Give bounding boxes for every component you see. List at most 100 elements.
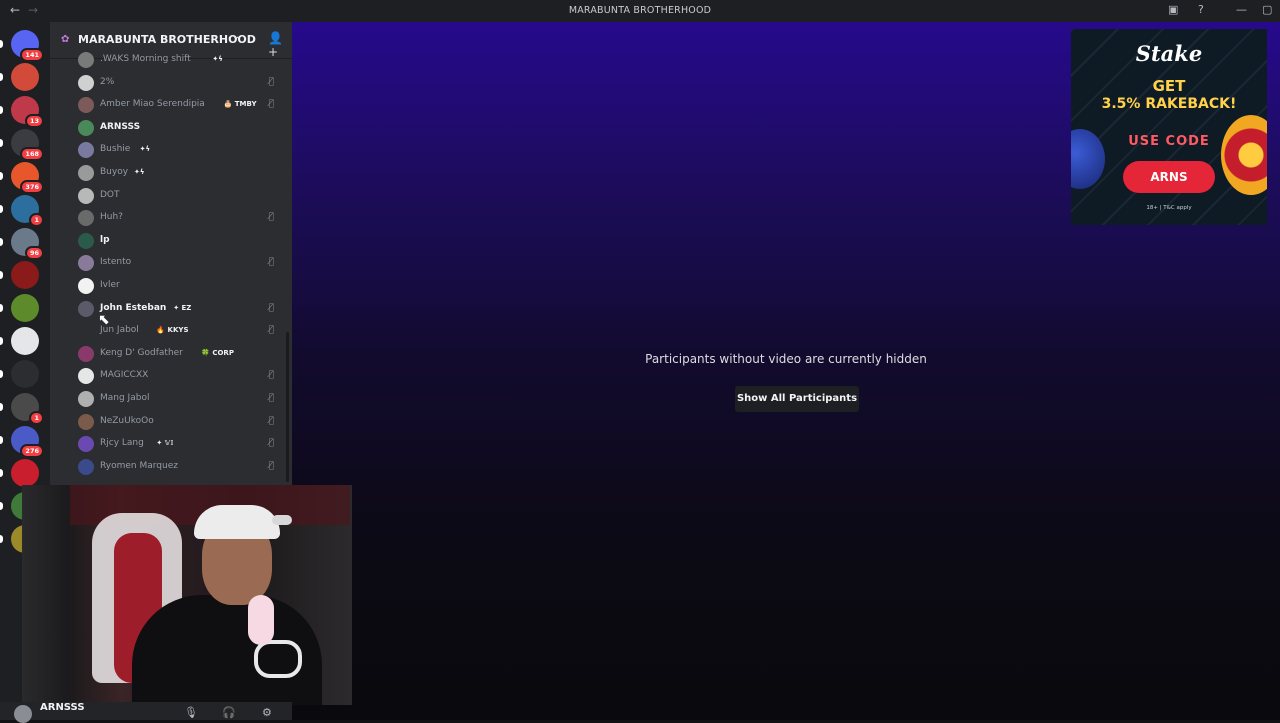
member-name: NeZuUkoOo [100,415,154,426]
user-name[interactable]: ARNSSS [40,702,85,713]
show-all-participants-button[interactable]: Show All Participants [735,386,859,412]
avatar[interactable] [78,187,94,204]
gear-icon[interactable]: ⚙ [262,706,272,719]
voice-member-row[interactable]: Bushie ✦ϟ [78,140,284,160]
muted-mic-icon: 🎙̸ [268,302,274,313]
server-icon[interactable]: 13 [11,96,44,128]
voice-member-row[interactable]: MAGICCXX 🎙̸ [78,366,284,386]
server-icon[interactable]: 1 [11,393,44,425]
scrollbar[interactable] [286,332,289,482]
server-icon[interactable] [11,261,39,289]
webcam-mic-arm [254,640,302,678]
avatar[interactable] [78,278,94,294]
member-name: MAGICCXX [100,370,149,381]
member-clan-tag: ✦ϟ [134,168,145,176]
user-panel: ARNSSS 🎙 🎧 ⚙ [0,702,292,723]
avatar[interactable] [78,413,94,430]
member-name: lp [100,234,110,245]
webcam-overlay [22,485,352,705]
member-clan-tag: ✦ϟ [212,55,223,63]
unread-pill [0,370,3,378]
minimize-icon[interactable]: — [1236,3,1247,16]
headset-icon[interactable]: 🎧 [222,706,236,719]
avatar[interactable] [78,391,94,407]
server-icon[interactable]: 168 [11,129,44,161]
member-clan-tag: 🍀 CORP [201,348,234,357]
avatar[interactable] [78,368,94,385]
voice-member-row[interactable]: DOT [78,186,284,206]
server-icon[interactable]: 141 [11,30,44,62]
server-icon[interactable] [11,63,39,91]
server-icon[interactable]: 276 [11,426,44,458]
avatar[interactable] [78,458,94,475]
voice-member-row[interactable]: Buyoy ✦ϟ [78,163,284,183]
server-sparkle-icon: ✿ [61,34,70,45]
member-name: Ivler [100,280,120,290]
microphone-icon[interactable]: 🎙 [184,706,198,719]
member-name: DOT [100,189,120,200]
voice-member-row[interactable]: 2% 🎙̸ [78,73,284,93]
unread-pill [0,271,3,279]
voice-member-row[interactable]: Rjcy Lang ✦ 𝕍𝕀 🎙̸ [78,434,284,454]
avatar[interactable] [78,52,94,68]
avatar[interactable] [78,165,94,181]
webcam-cap [194,505,280,539]
member-name: Rjcy Lang [100,438,144,449]
sponsor-ad-overlay: Stake GET 3.5% RAKEBACK! USE CODE ARNS 1… [1071,29,1267,225]
member-clan-tag: 🔥 KKYS [156,326,189,335]
avatar[interactable] [78,74,94,91]
muted-mic-icon: 🎙̸ [268,415,274,426]
avatar[interactable] [78,255,94,272]
server-icon[interactable] [11,294,39,322]
muted-mic-icon: 🎙̸ [268,212,274,223]
server-icon[interactable] [11,360,39,388]
ad-headline-rakeback: 3.5% RAKEBACK! [1101,96,1237,112]
voice-member-row[interactable]: NeZuUkoOo 🎙̸ [78,412,284,432]
muted-mic-icon: 🎙̸ [268,393,274,403]
avatar[interactable] [78,345,94,362]
avatar[interactable] [78,436,94,453]
member-name: ARNSSS [100,121,141,132]
server-name[interactable]: MARABUNTA BROTHERHOOD [78,33,256,46]
voice-member-row[interactable]: Istento 🎙̸ [78,253,284,273]
member-name: Buyoy [100,167,129,177]
avatar[interactable] [14,705,32,723]
avatar[interactable] [78,300,94,317]
unread-pill [0,238,3,246]
member-name: Istento [100,257,132,268]
unread-pill [0,40,3,48]
voice-member-row[interactable]: ARNSSS [78,118,284,138]
unread-pill [0,436,3,444]
member-clan-tag: ✦ EZ [173,303,192,312]
help-icon[interactable]: ? [1198,3,1204,16]
maximize-icon[interactable]: ▢ [1262,3,1272,16]
avatar[interactable] [78,142,94,159]
member-name: 2% [100,76,115,87]
muted-mic-icon: 🎙̸ [268,257,274,268]
webcam-microphone [248,595,274,645]
muted-mic-icon: 🎙̸ [268,325,274,336]
unread-badge: 96 [24,246,44,260]
avatar[interactable] [78,210,94,227]
avatar[interactable] [78,97,94,114]
server-icon[interactable]: 376 [11,162,44,194]
server-icon[interactable] [11,459,39,487]
voice-member-row[interactable]: lp [78,231,284,251]
chevron-down-icon[interactable]: ⌄ [232,31,240,42]
server-icon[interactable]: 1 [11,195,44,227]
avatar[interactable] [78,232,94,249]
voice-member-row[interactable]: .WAKS Morning shift ✦ϟ [78,50,284,70]
inbox-icon[interactable]: ▣ [1168,3,1178,16]
voice-member-row[interactable]: Keng D' Godfather 🍀 CORP [78,344,284,364]
voice-member-row[interactable]: Ryomen Marquez 🎙̸ [78,457,284,477]
voice-member-row[interactable]: Mang Jabol 🎙̸ [78,389,284,409]
server-icon[interactable]: 96 [11,228,44,260]
voice-member-row[interactable]: Ivler [78,276,284,296]
voice-member-row[interactable]: Amber Miao Serendipia 🎂 TMBY 🎙̸ [78,95,284,115]
avatar[interactable] [78,323,94,340]
member-name: Ryomen Marquez [100,460,178,471]
avatar[interactable] [78,119,94,136]
unread-pill [0,172,3,180]
voice-member-row[interactable]: Huh? 🎙̸ [78,208,284,228]
server-icon[interactable] [11,327,39,355]
